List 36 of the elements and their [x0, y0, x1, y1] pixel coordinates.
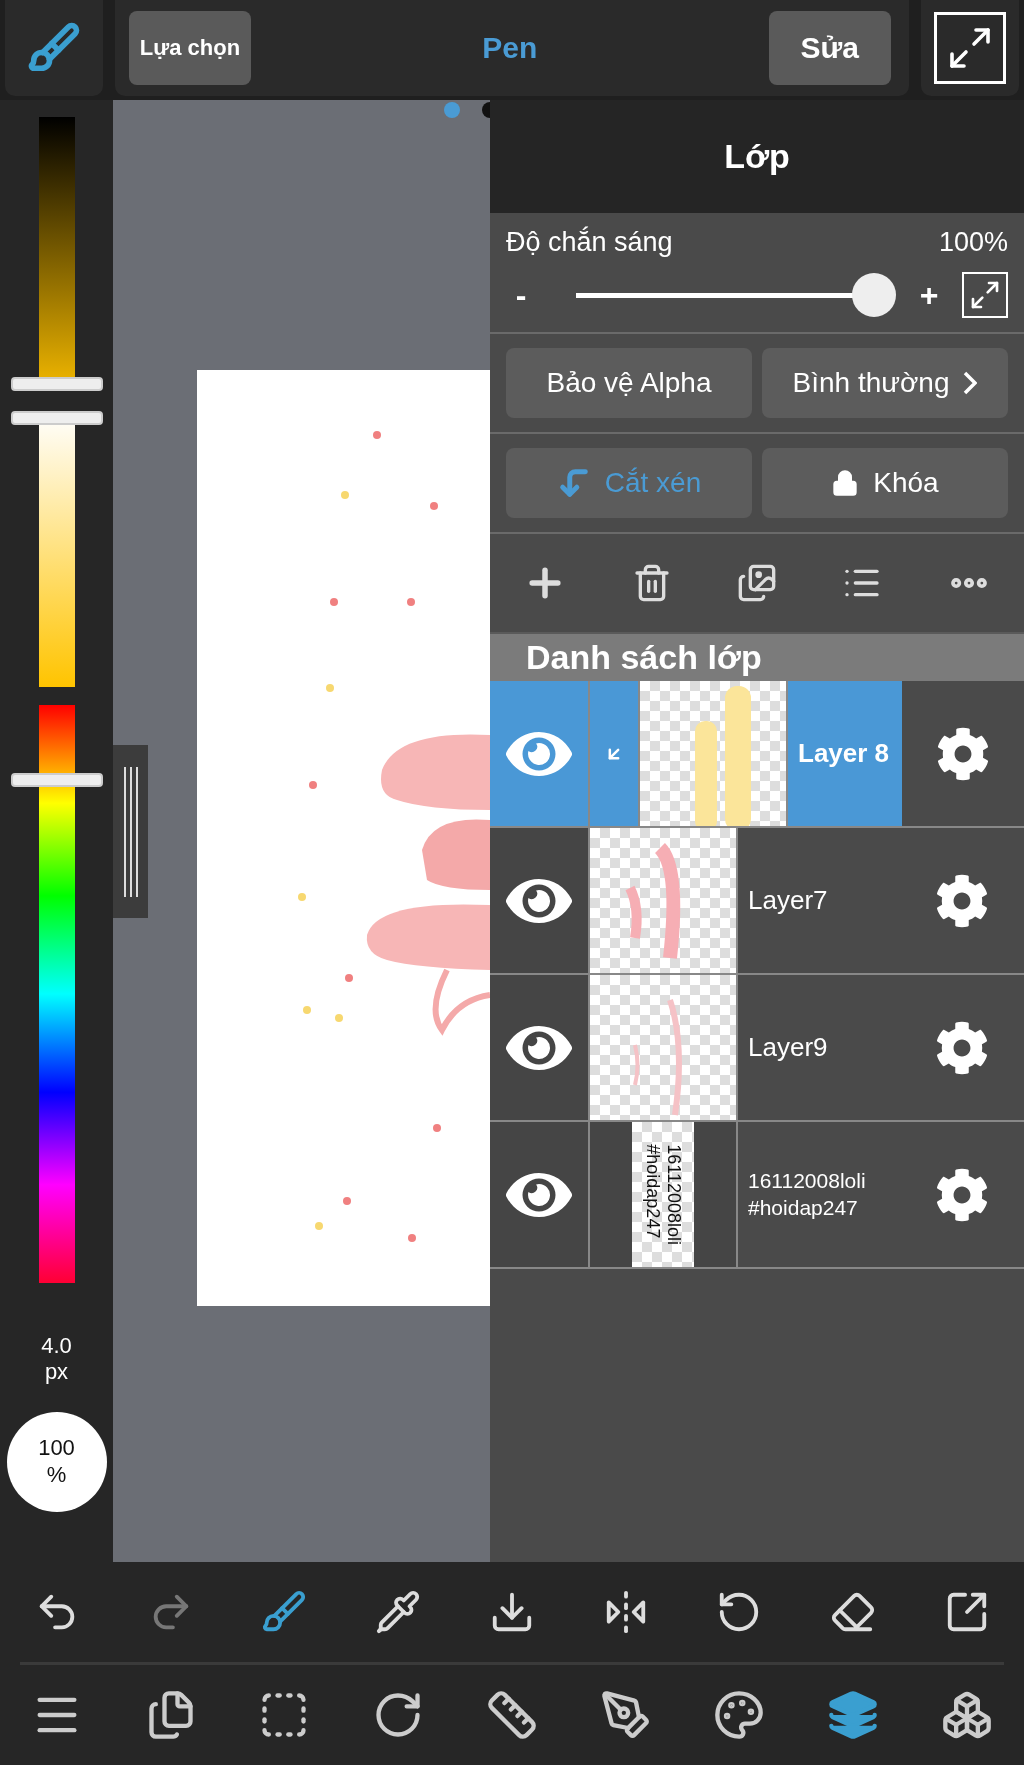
expand-icon	[934, 12, 1006, 84]
opacity-value: 100%	[938, 227, 1008, 258]
tool-name: Pen	[482, 31, 538, 65]
settings-icon[interactable]	[935, 1167, 989, 1222]
brush-opacity-button[interactable]: 100 %	[6, 1411, 107, 1512]
layer-name: Layer7	[747, 884, 829, 918]
lock-icon	[831, 469, 860, 497]
page-dot[interactable]	[444, 102, 460, 118]
layer-row[interactable]: 16112008loli #hoidap247 16112008loli #hoidap247	[490, 1122, 1024, 1269]
lock-button[interactable]: Khóa	[762, 448, 1008, 518]
layer-name: Layer 8	[788, 681, 902, 826]
brush-size: 4.0	[41, 1333, 72, 1360]
layer-row[interactable]: Layer7	[490, 828, 1024, 975]
thumbnail-text: 16112008loli #hoidap247	[642, 1144, 684, 1245]
size-unit: px	[44, 1359, 69, 1386]
layer-row[interactable]: Layer9	[490, 975, 1024, 1122]
expand-icon[interactable]	[962, 272, 1008, 318]
brush-tool-button[interactable]	[5, 0, 103, 96]
blend-mode-button[interactable]: Bình thường	[762, 348, 1008, 418]
edit-button[interactable]: Sửa	[768, 11, 891, 85]
fullscreen-button[interactable]	[921, 0, 1019, 96]
chevron-icon	[963, 371, 978, 395]
sidebar-handle[interactable]	[113, 745, 148, 918]
alpha-protect-button[interactable]: Bảo vệ Alpha	[506, 348, 752, 418]
plus-button[interactable]: +	[914, 276, 944, 314]
panel-title: Lớp	[490, 100, 1024, 213]
settings-icon[interactable]	[936, 726, 990, 781]
selection-button[interactable]: Lựa chọn	[129, 11, 251, 85]
settings-icon[interactable]	[935, 873, 989, 928]
opacity-label: Độ chắn sáng	[506, 227, 673, 258]
images-icon[interactable]	[736, 563, 777, 603]
list-title: Danh sách lớp	[490, 634, 1024, 681]
settings-icon[interactable]	[935, 1020, 989, 1075]
layer-name: Layer9	[747, 1031, 829, 1065]
layer-name: 16112008loli #hoidap247	[747, 1168, 867, 1221]
minus-button[interactable]: -	[506, 276, 536, 314]
